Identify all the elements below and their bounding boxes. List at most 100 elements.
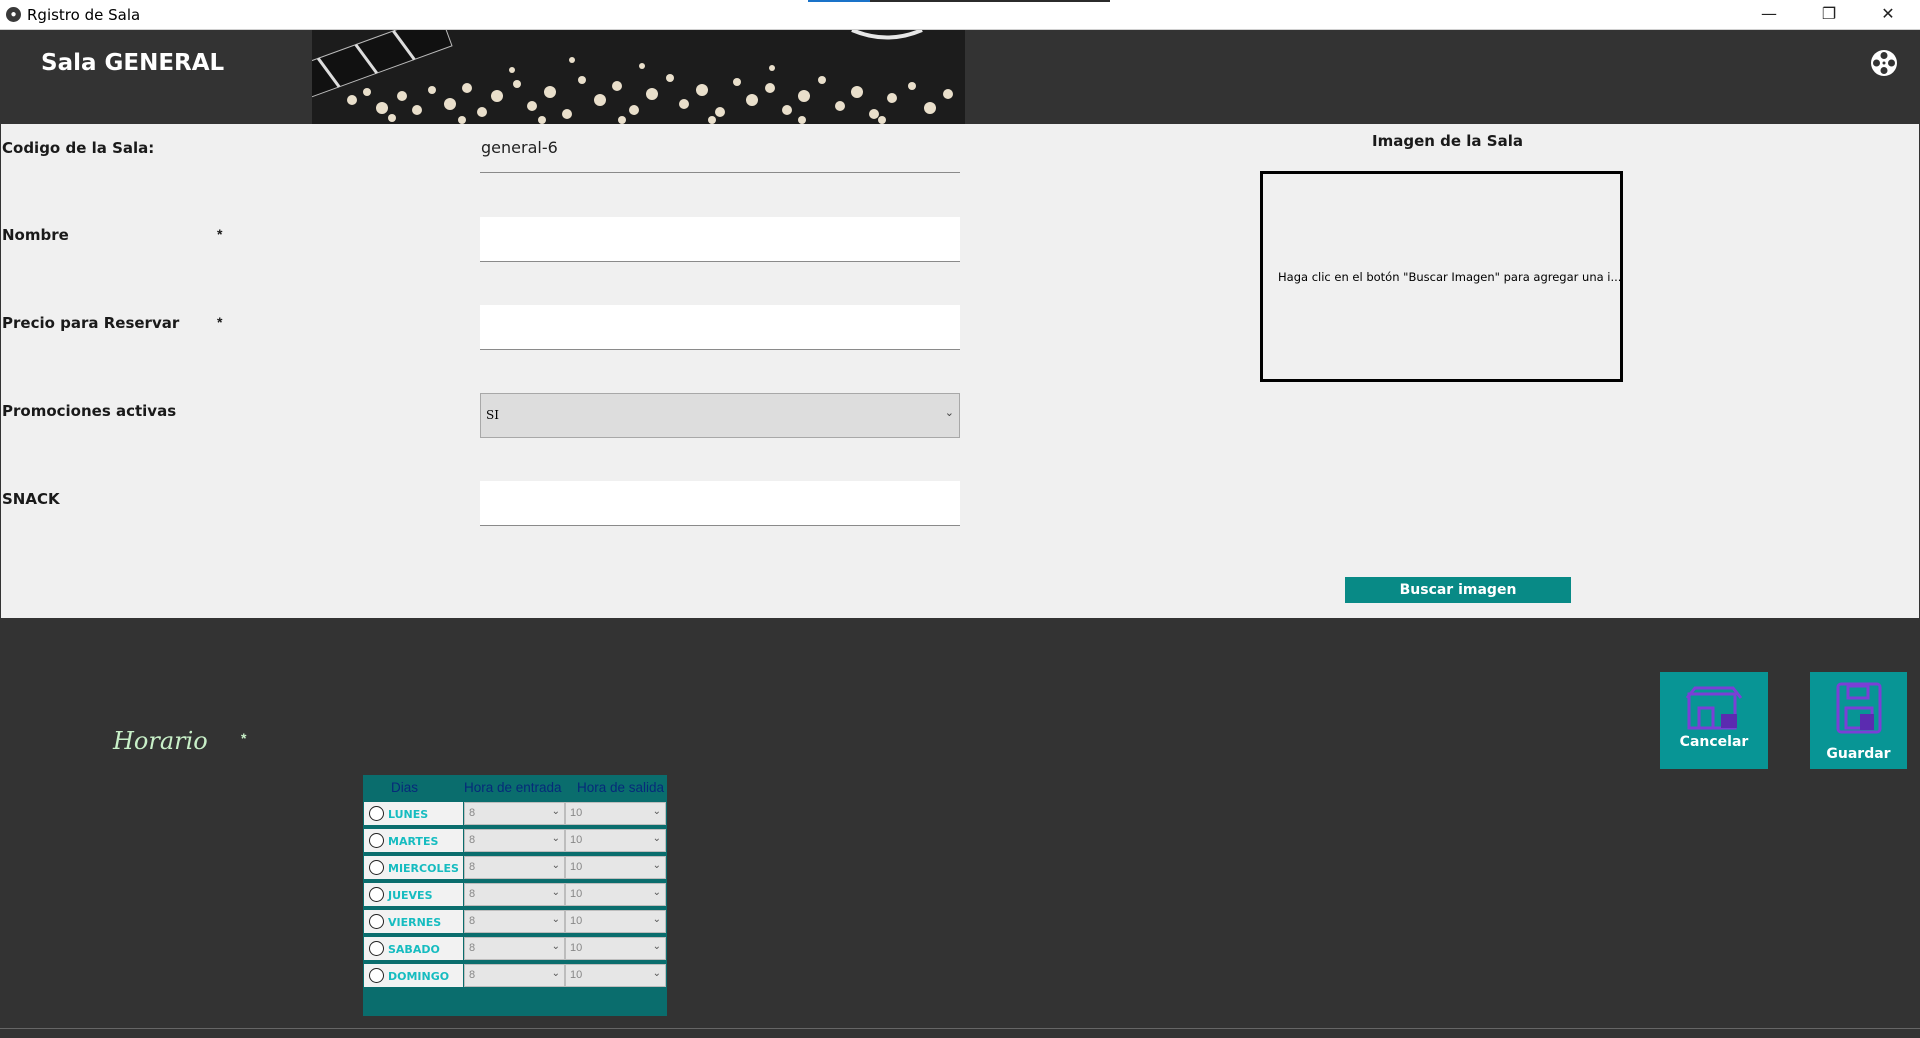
entrada-value: 8 xyxy=(469,888,476,900)
app-window: ● Rgistro de Sala — ❐ ✕ Sala GENERAL Cod… xyxy=(0,0,1920,1038)
salida-value: 10 xyxy=(570,942,583,954)
day-radio[interactable] xyxy=(369,887,384,902)
schedule-row: MARTES 8 ⌄ 10 ⌄ xyxy=(363,829,667,852)
precio-label: Precio para Reservar xyxy=(2,314,180,332)
cancel-store-icon xyxy=(1685,686,1743,730)
entrada-select[interactable]: 8 ⌄ xyxy=(464,910,565,933)
save-disk-icon xyxy=(1836,682,1882,734)
header: Sala GENERAL xyxy=(1,30,1919,124)
promociones-value: SI xyxy=(486,408,499,422)
day-radio[interactable] xyxy=(369,941,384,956)
entrada-select[interactable]: 8 ⌄ xyxy=(464,937,565,960)
promociones-label: Promociones activas xyxy=(2,402,177,420)
schedule-row: JUEVES 8 ⌄ 10 ⌄ xyxy=(363,883,667,906)
entrada-value: 8 xyxy=(469,807,476,819)
page-title: Sala GENERAL xyxy=(41,50,225,76)
popcorn-banner-graphic xyxy=(312,30,965,124)
image-section-title: Imagen de la Sala xyxy=(1372,132,1523,150)
window-bottom-border xyxy=(0,1028,1920,1029)
snack-label: SNACK xyxy=(2,490,60,508)
salida-select[interactable]: 10 ⌄ xyxy=(565,829,666,852)
schedule-row: SABADO 8 ⌄ 10 ⌄ xyxy=(363,937,667,960)
codigo-underline xyxy=(480,172,960,173)
chevron-down-icon: ⌄ xyxy=(551,968,560,979)
save-button[interactable]: Guardar xyxy=(1810,672,1907,769)
buscar-imagen-button[interactable]: Buscar imagen xyxy=(1345,577,1571,603)
maximize-button[interactable]: ❐ xyxy=(1801,0,1857,30)
nombre-input[interactable] xyxy=(480,217,960,262)
schedule-table: Dias Hora de entrada Hora de salida LUNE… xyxy=(363,775,667,1016)
salida-value: 10 xyxy=(570,834,583,846)
entrada-value: 8 xyxy=(469,834,476,846)
snack-input[interactable] xyxy=(480,481,960,526)
day-name: MARTES xyxy=(388,835,439,848)
app-icon: ● xyxy=(6,7,21,22)
entrada-select[interactable]: 8 ⌄ xyxy=(464,883,565,906)
horario-title: Horario xyxy=(113,727,208,755)
codigo-label: Codigo de la Sala: xyxy=(2,139,155,157)
day-name: SABADO xyxy=(388,943,440,956)
codigo-value: general-6 xyxy=(481,138,558,157)
cancel-button[interactable]: Cancelar xyxy=(1660,672,1768,769)
day-radio[interactable] xyxy=(369,860,384,875)
salida-value: 10 xyxy=(570,807,583,819)
chevron-down-icon: ⌄ xyxy=(551,887,560,898)
salida-select[interactable]: 10 ⌄ xyxy=(565,856,666,879)
taskbar-indicator xyxy=(808,0,1110,2)
title-bar: ● Rgistro de Sala — ❐ ✕ xyxy=(0,0,1920,30)
day-radio[interactable] xyxy=(369,833,384,848)
horario-required-mark: * xyxy=(241,730,247,746)
entrada-select[interactable]: 8 ⌄ xyxy=(464,802,565,825)
entrada-select[interactable]: 8 ⌄ xyxy=(464,829,565,852)
chevron-down-icon: ⌄ xyxy=(551,860,560,871)
day-radio[interactable] xyxy=(369,968,384,983)
schedule-row: VIERNES 8 ⌄ 10 ⌄ xyxy=(363,910,667,933)
precio-input[interactable] xyxy=(480,305,960,350)
entrada-value: 8 xyxy=(469,915,476,927)
chevron-down-icon: ⌄ xyxy=(551,941,560,952)
chevron-down-icon: ⌄ xyxy=(652,941,661,952)
salida-value: 10 xyxy=(570,888,583,900)
day-cell: LUNES xyxy=(364,802,463,825)
save-label: Guardar xyxy=(1826,746,1891,762)
salida-select[interactable]: 10 ⌄ xyxy=(565,937,666,960)
salida-select[interactable]: 10 ⌄ xyxy=(565,802,666,825)
nombre-label: Nombre xyxy=(2,226,69,244)
promociones-select[interactable]: SI ⌄ xyxy=(480,393,960,438)
salida-select[interactable]: 10 ⌄ xyxy=(565,883,666,906)
day-name: MIERCOLES xyxy=(388,862,459,875)
header-dias: Dias xyxy=(391,780,419,795)
salida-value: 10 xyxy=(570,861,583,873)
chevron-down-icon: ⌄ xyxy=(652,860,661,871)
chevron-down-icon: ⌄ xyxy=(652,914,661,925)
entrada-select[interactable]: 8 ⌄ xyxy=(464,964,565,987)
salida-value: 10 xyxy=(570,969,583,981)
image-hint-text: Haga clic en el botón "Buscar Imagen" pa… xyxy=(1278,270,1622,284)
day-radio[interactable] xyxy=(369,806,384,821)
cancel-label: Cancelar xyxy=(1679,734,1749,750)
image-preview-box: Haga clic en el botón "Buscar Imagen" pa… xyxy=(1260,171,1623,382)
entrada-select[interactable]: 8 ⌄ xyxy=(464,856,565,879)
entrada-value: 8 xyxy=(469,942,476,954)
day-cell: DOMINGO xyxy=(364,964,463,987)
day-name: JUEVES xyxy=(388,889,433,902)
schedule-row: DOMINGO 8 ⌄ 10 ⌄ xyxy=(363,964,667,987)
header-banner-image xyxy=(312,30,965,124)
salida-select[interactable]: 10 ⌄ xyxy=(565,910,666,933)
precio-required-mark: * xyxy=(217,314,223,330)
header-hora-salida: Hora de salida xyxy=(577,780,665,795)
day-name: LUNES xyxy=(388,808,429,821)
chevron-down-icon: ⌄ xyxy=(551,833,560,844)
entrada-value: 8 xyxy=(469,861,476,873)
day-cell: MARTES xyxy=(364,829,463,852)
chevron-down-icon: ⌄ xyxy=(944,407,954,419)
chevron-down-icon: ⌄ xyxy=(551,806,560,817)
film-reel-icon xyxy=(1871,50,1897,76)
schedule-row: LUNES 8 ⌄ 10 ⌄ xyxy=(363,802,667,825)
nombre-required-mark: * xyxy=(217,226,223,242)
minimize-button[interactable]: — xyxy=(1741,0,1797,30)
day-radio[interactable] xyxy=(369,914,384,929)
close-button[interactable]: ✕ xyxy=(1860,0,1916,30)
day-cell: JUEVES xyxy=(364,883,463,906)
salida-select[interactable]: 10 ⌄ xyxy=(565,964,666,987)
